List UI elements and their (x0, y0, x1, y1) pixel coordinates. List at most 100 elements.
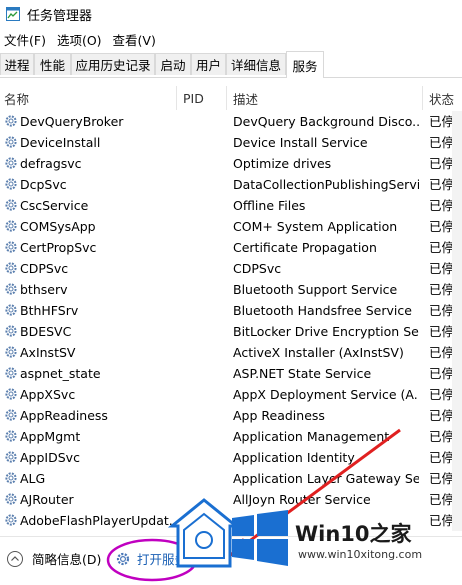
gear-icon (5, 346, 17, 358)
service-description: Application Management (233, 429, 390, 444)
service-name: AdobeFlashPlayerUpdat... (20, 513, 175, 528)
col-status[interactable]: 状态 (429, 86, 454, 110)
service-description: BitLocker Drive Encryption Se... (233, 324, 419, 339)
service-name: AppReadiness (20, 408, 108, 423)
table-row[interactable]: bthservBluetooth Support Service已停止 (0, 279, 462, 300)
table-row[interactable]: COMSysAppCOM+ System Application已停止 (0, 216, 462, 237)
service-name: BthHFSrv (20, 303, 79, 318)
service-name: AppXSvc (20, 387, 76, 402)
fewer-details-button[interactable]: 简略信息(D) (6, 549, 101, 568)
table-row[interactable]: ALGApplication Layer Gateway Se...已停止 (0, 468, 462, 489)
gear-icon (5, 304, 17, 316)
service-name: BDESVC (20, 324, 72, 339)
gear-icon (5, 115, 17, 127)
watermark-brand: Win10之家 (295, 522, 412, 546)
table-row[interactable]: BDESVC BitLocker Drive Encryption Se... 已停… (0, 321, 462, 342)
service-name: AJRouter (20, 492, 74, 507)
table-row[interactable]: DcpSvc DataCollectionPublishingServi... 已停… (0, 174, 462, 195)
col-name[interactable]: 名称 (4, 86, 29, 110)
gear-icon (5, 472, 17, 484)
service-description: DataCollectionPublishingServi... (233, 177, 419, 192)
watermark: Win10之家 www.win10xitong.com (168, 494, 462, 584)
service-name: DeviceInstall (20, 135, 101, 150)
table-row[interactable]: CscServiceOffline Files已停止 (0, 195, 462, 216)
service-description: ASP.NET State Service (233, 366, 372, 381)
service-description: ActiveX Installer (AxInstSV) (233, 345, 404, 360)
window-title: 任务管理器 (27, 8, 93, 24)
gear-icon (5, 262, 17, 274)
gear-icon (5, 199, 17, 211)
table-row[interactable]: DeviceInstallDevice Install Service已停止 (0, 132, 462, 153)
vertical-scrollbar[interactable] (452, 111, 462, 531)
column-header: 名称 PID 描述 状态 (0, 86, 462, 110)
gear-icon (5, 136, 17, 148)
col-pid[interactable]: PID (183, 86, 204, 110)
menu-view[interactable]: 查看(V) (109, 30, 163, 49)
gear-icon (5, 220, 17, 232)
gear-icon (116, 552, 130, 565)
tab-services[interactable]: 服务 (286, 51, 324, 78)
gear-icon (5, 388, 17, 400)
gear-icon (5, 325, 17, 337)
service-description: CDPSvc (233, 261, 282, 276)
table-row[interactable]: aspnet_stateASP.NET State Service已停止 (0, 363, 462, 384)
tab-users[interactable]: 用户 (191, 53, 226, 75)
tab-startup[interactable]: 启动 (155, 53, 191, 75)
col-divider[interactable] (176, 86, 177, 110)
chevron-up-icon (7, 550, 23, 567)
table-row[interactable]: AxInstSVActiveX Installer (AxInstSV)已停止 (0, 342, 462, 363)
service-description: Application Identity (233, 450, 355, 465)
service-description: AppX Deployment Service (A... (233, 387, 419, 402)
table-row[interactable]: AppMgmtApplication Management已停止 (0, 426, 462, 447)
service-name: COMSysApp (20, 219, 96, 234)
col-divider[interactable] (226, 86, 227, 110)
service-description: Device Install Service (233, 135, 368, 150)
gear-icon (5, 430, 17, 442)
service-name: defragsvc (20, 156, 82, 171)
house-logo-icon (168, 498, 240, 568)
service-name: AppIDSvc (20, 450, 80, 465)
service-name: bthserv (20, 282, 68, 297)
fewer-details-label: 简略信息(D) (32, 552, 102, 567)
service-description: Application Layer Gateway Se... (233, 471, 419, 486)
table-row[interactable]: CertPropSvcCertificate Propagation已停止 (0, 237, 462, 258)
service-name: CscService (20, 198, 89, 213)
title-bar: 任务管理器 (0, 0, 462, 28)
service-name: CDPSvc (20, 261, 69, 276)
services-list: DevQueryBroker DevQuery Background Disco.… (0, 111, 462, 531)
gear-icon (5, 493, 17, 505)
tab-details[interactable]: 详细信息 (226, 53, 286, 75)
tab-strip: 进程 性能 应用历史记录 启动 用户 详细信息 服务 (0, 51, 462, 78)
service-name: ALG (20, 471, 46, 486)
table-row[interactable]: CDPSvcCDPSvc已停止 (0, 258, 462, 279)
col-description[interactable]: 描述 (233, 86, 258, 110)
service-name: aspnet_state (20, 366, 101, 381)
tab-processes[interactable]: 进程 (0, 53, 34, 75)
windows-logo-icon (232, 510, 288, 566)
gear-icon (5, 178, 17, 190)
gear-icon (5, 283, 17, 295)
service-description: Bluetooth Support Service (233, 282, 398, 297)
gear-icon (5, 409, 17, 421)
col-divider[interactable] (422, 86, 423, 110)
service-description: Certificate Propagation (233, 240, 377, 255)
service-description: Offline Files (233, 198, 306, 213)
table-row[interactable]: AppXSvcAppX Deployment Service (A...已停止 (0, 384, 462, 405)
table-row[interactable]: AppReadinessApp Readiness已停止 (0, 405, 462, 426)
table-row[interactable]: BthHFSrvBluetooth Handsfree Service已停止 (0, 300, 462, 321)
tab-performance[interactable]: 性能 (34, 53, 71, 75)
menu-options[interactable]: 选项(O) (53, 30, 109, 49)
gear-icon (5, 241, 17, 253)
service-name: AxInstSV (20, 345, 76, 360)
table-row[interactable]: DevQueryBroker DevQuery Background Disco.… (0, 111, 462, 132)
gear-icon (5, 514, 17, 526)
service-name: DcpSvc (20, 177, 67, 192)
gear-icon (5, 451, 17, 463)
menu-file[interactable]: 文件(F) (0, 30, 53, 49)
service-description: COM+ System Application (233, 219, 398, 234)
task-manager-icon (6, 7, 20, 21)
service-name: CertPropSvc (20, 240, 97, 255)
table-row[interactable]: AppIDSvcApplication Identity已停止 (0, 447, 462, 468)
table-row[interactable]: defragsvcOptimize drives已停止 (0, 153, 462, 174)
tab-app-history[interactable]: 应用历史记录 (71, 53, 155, 75)
